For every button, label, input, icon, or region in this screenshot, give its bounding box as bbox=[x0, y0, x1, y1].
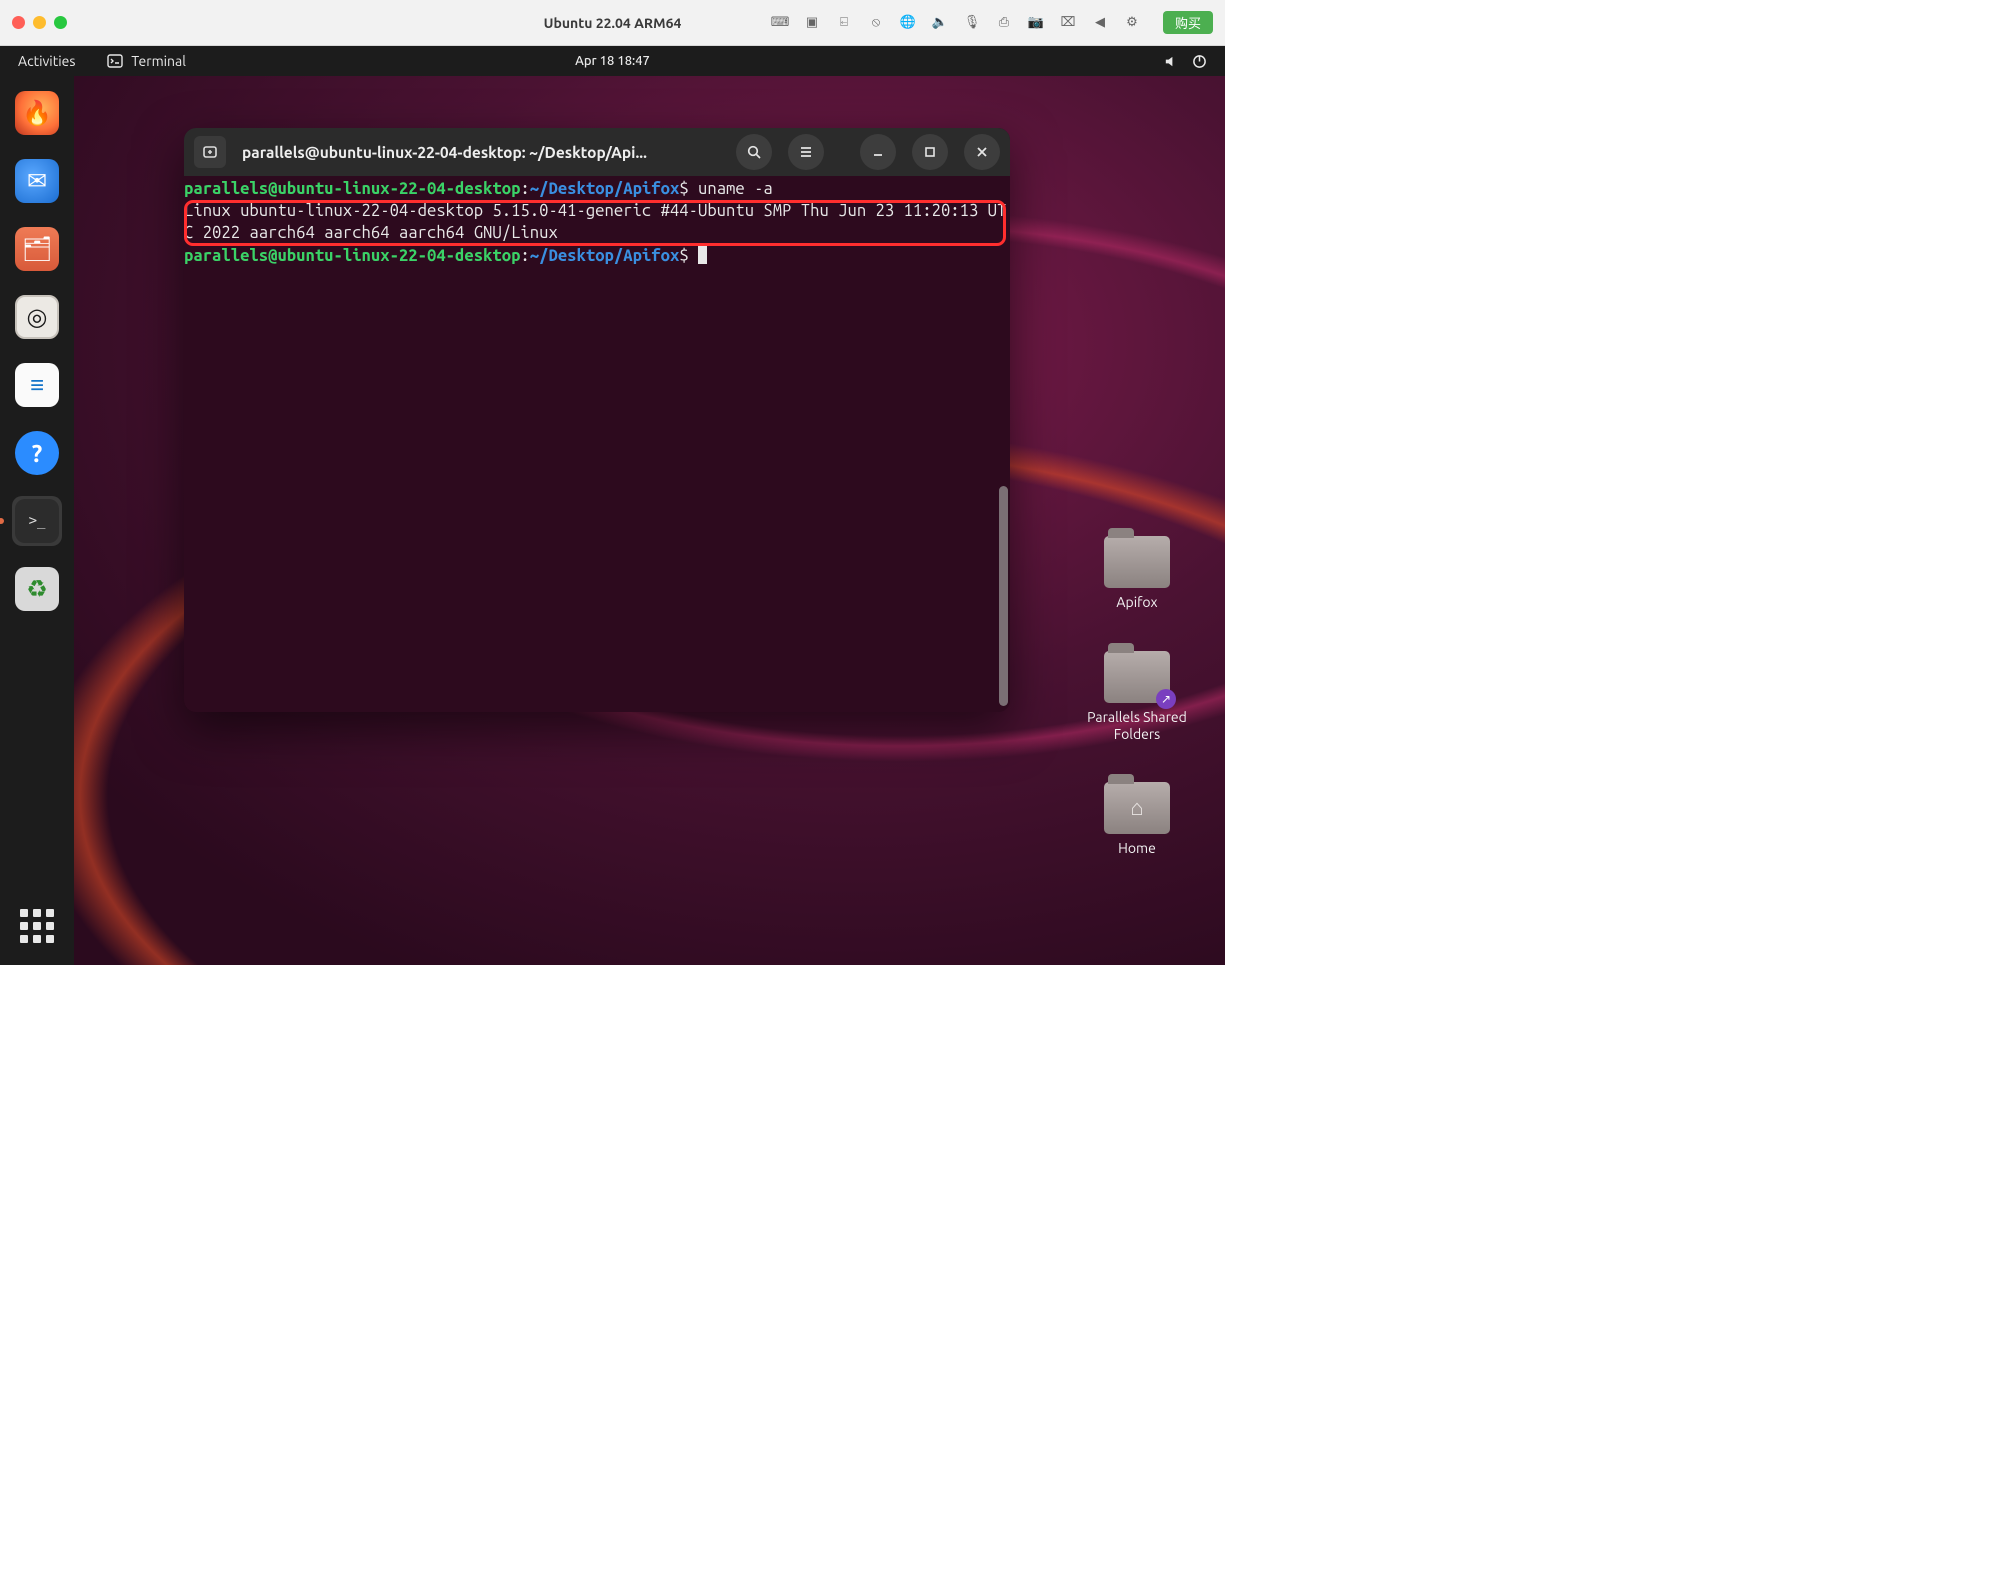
globe-icon[interactable]: 🌐 bbox=[899, 14, 917, 32]
current-app-indicator[interactable]: Terminal bbox=[107, 53, 186, 69]
folder-icon: ⌂ bbox=[1104, 782, 1170, 834]
scrollbar[interactable] bbox=[999, 486, 1008, 706]
usb-icon[interactable]: ⍇ bbox=[835, 14, 853, 32]
link-emblem-icon: ↗ bbox=[1156, 689, 1176, 709]
close-button[interactable] bbox=[964, 134, 1000, 170]
hamburger-menu-button[interactable] bbox=[788, 134, 824, 170]
power-icon bbox=[1192, 54, 1207, 69]
dock-firefox[interactable]: 🔥 bbox=[12, 88, 62, 138]
new-tab-icon bbox=[202, 144, 218, 160]
prompt-symbol: $ bbox=[679, 246, 688, 265]
minimize-window-icon[interactable] bbox=[33, 16, 46, 29]
dock-libreoffice[interactable]: ≡ bbox=[12, 360, 62, 410]
desktop-icon-label: Apifox bbox=[1116, 594, 1157, 611]
traffic-lights bbox=[12, 16, 67, 29]
command-text: uname -a bbox=[689, 179, 773, 198]
current-app-label: Terminal bbox=[131, 53, 186, 69]
show-apps-button[interactable] bbox=[20, 909, 54, 943]
gnome-top-bar: Activities Terminal Apr 18 18:47 bbox=[0, 46, 1225, 76]
desktop[interactable]: 🔥 ✉ 🗂 ◎ ≡ ? >_ ♻ Apifox ↗ Parallels Shar… bbox=[0, 76, 1225, 965]
cursor bbox=[698, 246, 707, 264]
dock-files[interactable]: 🗂 bbox=[12, 224, 62, 274]
buy-button[interactable]: 购买 bbox=[1163, 11, 1213, 34]
hamburger-icon bbox=[798, 144, 814, 160]
dock-trash[interactable]: ♻ bbox=[12, 564, 62, 614]
terminal-title: parallels@ubuntu-linux-22-04-desktop: ~/… bbox=[234, 144, 720, 161]
activities-button[interactable]: Activities bbox=[18, 53, 75, 69]
prompt-path: ~/Desktop/Apifox bbox=[530, 246, 680, 265]
close-icon bbox=[974, 144, 990, 160]
prompt-sep: : bbox=[520, 179, 529, 198]
search-button[interactable] bbox=[736, 134, 772, 170]
folder-icon bbox=[1104, 536, 1170, 588]
dock: 🔥 ✉ 🗂 ◎ ≡ ? >_ ♻ bbox=[0, 76, 74, 965]
camera-icon[interactable]: 📷 bbox=[1027, 14, 1045, 32]
gear-icon[interactable]: ⚙ bbox=[1123, 14, 1141, 32]
desktop-folder-parallels-shared[interactable]: ↗ Parallels Shared Folders bbox=[1067, 651, 1207, 743]
zoom-window-icon[interactable] bbox=[54, 16, 67, 29]
desktop-icon-label: Parallels Shared Folders bbox=[1067, 709, 1207, 743]
dock-terminal[interactable]: >_ bbox=[12, 496, 62, 546]
desktop-icons: Apifox ↗ Parallels Shared Folders ⌂ Home bbox=[1067, 536, 1207, 857]
keyboard-icon[interactable]: ⌨ bbox=[771, 14, 789, 32]
maximize-icon bbox=[922, 144, 938, 160]
prompt-user: parallels@ubuntu-linux-22-04-desktop bbox=[184, 246, 520, 265]
dock-help[interactable]: ? bbox=[12, 428, 62, 478]
terminal-icon bbox=[107, 53, 123, 69]
host-menu-icons: ⌨ ▣ ⍇ ⦸ 🌐 🔈 🎙 ⎙ 📷 ⌧ ◀ ⚙ 购买 bbox=[771, 11, 1213, 34]
minimize-button[interactable] bbox=[860, 134, 896, 170]
uname-output: Linux ubuntu-linux-22-04-desktop 5.15.0-… bbox=[184, 201, 1006, 242]
dock-thunderbird[interactable]: ✉ bbox=[12, 156, 62, 206]
host-chrome: Ubuntu 22.04 ARM64 ⌨ ▣ ⍇ ⦸ 🌐 🔈 🎙 ⎙ 📷 ⌧ ◀… bbox=[0, 0, 1225, 46]
new-tab-button[interactable] bbox=[194, 136, 226, 168]
caret-left-icon[interactable]: ◀ bbox=[1091, 14, 1109, 32]
prompt-symbol: $ bbox=[679, 179, 688, 198]
maximize-button[interactable] bbox=[912, 134, 948, 170]
search-icon bbox=[746, 144, 762, 160]
desktop-icon-label: Home bbox=[1118, 840, 1156, 857]
screen-icon[interactable]: ⌧ bbox=[1059, 14, 1077, 32]
terminal-output[interactable]: parallels@ubuntu-linux-22-04-desktop:~/D… bbox=[184, 176, 1010, 712]
terminal-window: parallels@ubuntu-linux-22-04-desktop: ~/… bbox=[184, 128, 1010, 712]
no-network-icon[interactable]: ⦸ bbox=[867, 14, 885, 32]
prompt-user: parallels@ubuntu-linux-22-04-desktop bbox=[184, 179, 520, 198]
minimize-icon bbox=[870, 144, 886, 160]
folder-icon: ↗ bbox=[1104, 651, 1170, 703]
prompt-path: ~/Desktop/Apifox bbox=[530, 179, 680, 198]
close-window-icon[interactable] bbox=[12, 16, 25, 29]
desktop-folder-home[interactable]: ⌂ Home bbox=[1067, 782, 1207, 857]
volume-icon bbox=[1163, 54, 1178, 69]
cpu-icon[interactable]: ▣ bbox=[803, 14, 821, 32]
printer-icon[interactable]: ⎙ bbox=[995, 14, 1013, 32]
dock-rhythmbox[interactable]: ◎ bbox=[12, 292, 62, 342]
mic-icon[interactable]: 🎙 bbox=[963, 14, 981, 32]
prompt-sep: : bbox=[520, 246, 529, 265]
system-status-area[interactable] bbox=[1163, 54, 1207, 69]
terminal-titlebar[interactable]: parallels@ubuntu-linux-22-04-desktop: ~/… bbox=[184, 128, 1010, 176]
volume-icon[interactable]: 🔈 bbox=[931, 14, 949, 32]
desktop-folder-apifox[interactable]: Apifox bbox=[1067, 536, 1207, 611]
